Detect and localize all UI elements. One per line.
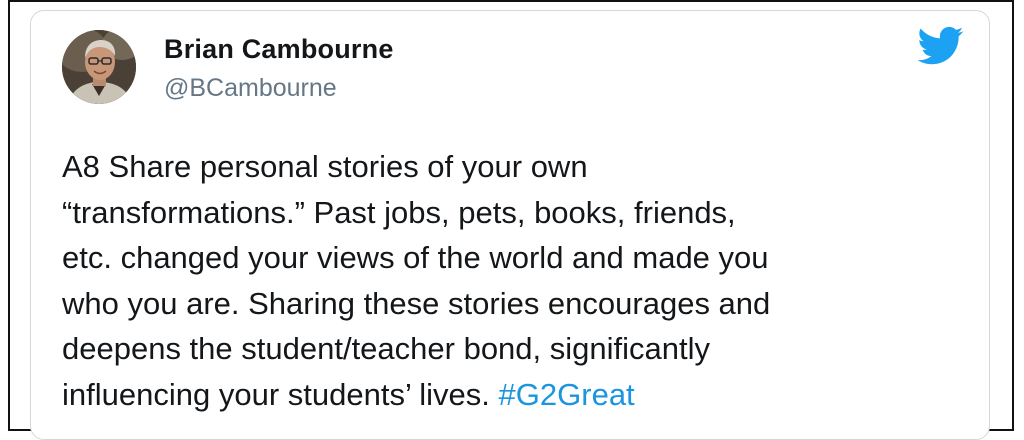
author-name[interactable]: Brian Cambourne	[164, 34, 394, 65]
tweet-text-last-line: influencing your students’ lives. #G2Gre…	[62, 372, 982, 418]
tweet-text-line: etc. changed your views of the world and…	[62, 240, 769, 275]
twitter-bird-icon[interactable]	[918, 26, 964, 66]
hashtag-link[interactable]: #G2Great	[499, 377, 635, 412]
author-handle[interactable]: @BCambourne	[164, 74, 337, 103]
tweet-text-line: who you are. Sharing these stories encou…	[62, 285, 771, 321]
tweet-text-line: “transformations.” Past jobs, pets, book…	[62, 194, 736, 230]
tweet-text-line: influencing your students’ lives.	[62, 376, 490, 412]
tweet-text-line: A8 Share personal stories of your own	[62, 149, 588, 184]
avatar[interactable]	[62, 30, 136, 104]
tweet-text-line: deepens the student/teacher bond, signif…	[62, 331, 711, 366]
tweet-text: A8 Share personal stories of your own “t…	[62, 144, 982, 417]
avatar-photo	[62, 30, 136, 104]
